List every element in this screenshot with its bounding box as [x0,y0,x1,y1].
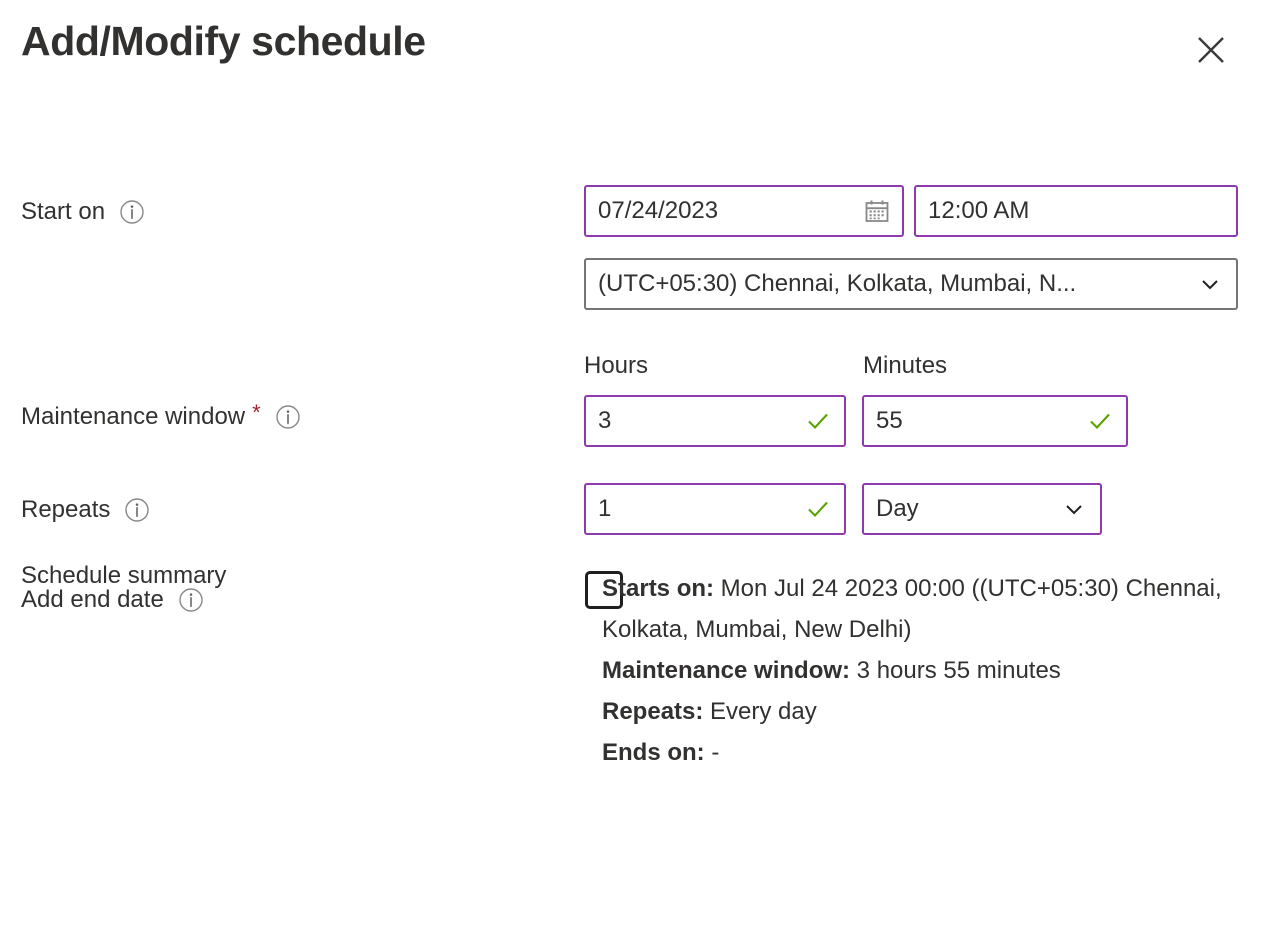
maintenance-window-label-text: Maintenance window [21,403,246,430]
maintenance-window-label: Maintenance window * [21,400,301,431]
required-asterisk: * [252,400,261,425]
dialog-header: Add/Modify schedule [0,0,1272,110]
summary-key: Maintenance window: [602,657,851,684]
check-icon [804,495,832,523]
minutes-column-header: Minutes [863,352,948,379]
maintenance-minutes-input[interactable]: 55 [862,395,1128,447]
chevron-down-icon [1060,495,1088,523]
close-icon [1196,35,1226,65]
repeats-count-value: 1 [598,495,612,522]
maintenance-hours-input[interactable]: 3 [584,395,846,447]
close-button[interactable] [1189,28,1233,72]
summary-key: Ends on: [602,739,705,766]
start-time-input[interactable]: 12:00 AM [914,185,1238,237]
summary-value: Every day [703,698,817,725]
maintenance-minutes-value: 55 [876,407,903,434]
summary-key: Starts on: [602,575,715,602]
summary-key: Repeats: [602,698,704,725]
start-on-label-text: Start on [21,198,106,225]
start-date-input[interactable]: 07/24/2023 [584,185,904,237]
info-icon[interactable] [178,587,204,613]
summary-line-maintenance-window: Maintenance window: 3 hours 55 minutes [602,650,1232,691]
timezone-value: (UTC+05:30) Chennai, Kolkata, Mumbai, N.… [598,270,1077,297]
info-icon[interactable] [119,199,145,225]
check-icon [804,407,832,435]
info-icon[interactable] [275,404,301,430]
summary-line-ends-on: Ends on: - [602,732,1232,773]
start-time-value: 12:00 AM [928,197,1030,224]
hours-column-header: Hours [584,352,649,379]
start-date-value: 07/24/2023 [598,197,719,224]
repeats-unit-value: Day [876,495,919,522]
schedule-summary-body: Starts on: Mon Jul 24 2023 00:00 ((UTC+0… [602,568,1232,773]
calendar-icon[interactable] [864,198,890,224]
summary-line-repeats: Repeats: Every day [602,691,1232,732]
timezone-select[interactable]: (UTC+05:30) Chennai, Kolkata, Mumbai, N.… [584,258,1238,310]
schedule-summary-label: Schedule summary [21,562,227,589]
repeats-count-input[interactable]: 1 [584,483,846,535]
chevron-down-icon [1196,270,1224,298]
summary-value: 3 hours 55 minutes [850,657,1061,684]
repeats-label: Repeats [21,496,150,524]
repeats-unit-select[interactable]: Day [862,483,1102,535]
start-on-label: Start on [21,198,145,226]
check-icon [1086,407,1114,435]
repeats-label-text: Repeats [21,496,111,523]
page-title: Add/Modify schedule [21,18,426,64]
summary-value: - [704,739,720,766]
info-icon[interactable] [124,497,150,523]
add-end-date-label-text: Add end date [21,586,164,613]
summary-line-starts-on: Starts on: Mon Jul 24 2023 00:00 ((UTC+0… [602,568,1232,650]
maintenance-hours-value: 3 [598,407,612,434]
add-end-date-label: Add end date [21,586,204,614]
